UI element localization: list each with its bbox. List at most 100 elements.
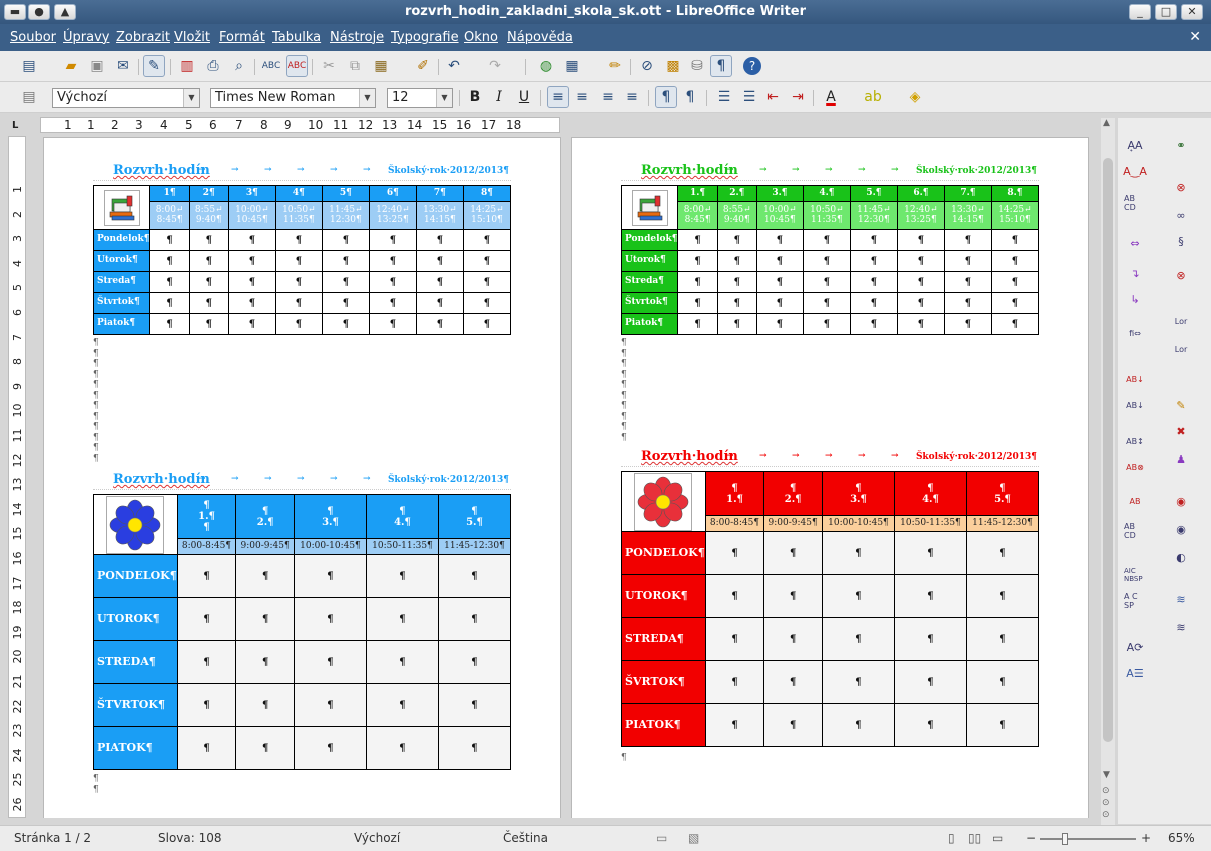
schedule-cell[interactable]: ¶: [368, 229, 417, 251]
kern-remove-icon[interactable]: AB⊗: [1124, 456, 1146, 478]
schedule-cell[interactable]: ¶: [716, 313, 757, 335]
table-icon[interactable]: ▦: [561, 55, 583, 77]
schedule-cell[interactable]: ¶: [227, 313, 276, 335]
kern-icon[interactable]: AB↕: [1124, 430, 1146, 452]
period-header[interactable]: 6.¶: [896, 185, 945, 202]
horizontal-ruler[interactable]: 1 1 2 3 4 5 6 7 8 9 10 11 12 13 14 15 16 17 18: [40, 117, 560, 133]
schedule-cell[interactable]: ¶: [321, 292, 370, 314]
schedule-cell[interactable]: ¶: [755, 271, 804, 293]
remove-file-icon[interactable]: ✖: [1170, 420, 1192, 442]
zoom-out-icon[interactable]: −: [1026, 831, 1036, 845]
schedule-cell[interactable]: ¶: [893, 703, 967, 747]
rtl-icon[interactable]: ¶: [679, 86, 701, 108]
ab-cd-icon[interactable]: AB CD: [1124, 520, 1146, 542]
schedule-cell[interactable]: ¶: [176, 597, 237, 641]
schedule-cell[interactable]: ¶: [896, 229, 945, 251]
draw-functions-icon[interactable]: ✏: [604, 55, 626, 77]
period-header[interactable]: 1.¶: [677, 185, 718, 202]
schedule-cell[interactable]: ¶: [437, 597, 512, 641]
edit-mode-icon[interactable]: ✎: [143, 55, 165, 77]
menu-tabulka[interactable]: Tabulka: [272, 30, 321, 45]
schedule-cell[interactable]: ¶: [716, 271, 757, 293]
schedule-cell[interactable]: ¶: [415, 292, 464, 314]
menu-napoveda[interactable]: Nápověda: [507, 30, 573, 45]
schedule-cell[interactable]: ¶: [965, 660, 1040, 704]
schedule-cell[interactable]: ¶: [990, 271, 1040, 293]
schedule-cell[interactable]: ¶: [763, 574, 823, 618]
schedule-cell[interactable]: ¶: [274, 313, 323, 335]
period-time[interactable]: 10:50↵ 11:35¶: [802, 201, 851, 230]
schedule-cell[interactable]: ¶: [176, 554, 237, 598]
period-header[interactable]: 4¶: [274, 185, 323, 202]
schedule-cell[interactable]: ¶: [763, 617, 823, 661]
minimize-button[interactable]: _: [1129, 4, 1151, 20]
menu-nastroje[interactable]: Nástroje: [330, 30, 384, 45]
schedule-cell[interactable]: ¶: [437, 554, 512, 598]
print-preview-icon[interactable]: ⌕: [228, 55, 250, 77]
schedule-cell[interactable]: ¶: [965, 617, 1040, 661]
schedule-cell[interactable]: ¶: [893, 617, 967, 661]
period-header[interactable]: 1¶: [149, 185, 190, 202]
schedule-cell[interactable]: ¶: [462, 313, 512, 335]
align-right-icon[interactable]: ≡: [597, 86, 619, 108]
text-lines-icon[interactable]: A☰: [1124, 662, 1146, 684]
schedule-cell[interactable]: ¶: [896, 313, 945, 335]
schedule-cell[interactable]: ¶: [965, 703, 1040, 747]
schedule-cell[interactable]: ¶: [293, 683, 367, 727]
schedule-cell[interactable]: ¶: [176, 640, 237, 684]
no-ligature-icon[interactable]: ⊗: [1170, 176, 1192, 198]
period-header[interactable]: ¶ 2.¶: [763, 471, 823, 516]
schedule-cell[interactable]: ¶: [990, 229, 1040, 251]
background-color-icon[interactable]: ◈: [904, 86, 926, 108]
period-header[interactable]: 2.¶: [716, 185, 757, 202]
schedule-cell[interactable]: ¶: [990, 250, 1040, 272]
schedule-cell[interactable]: ¶: [274, 271, 323, 293]
schedule-cell[interactable]: ¶: [149, 292, 190, 314]
print-icon[interactable]: ⎙: [202, 55, 224, 77]
schedule-cell[interactable]: ¶: [321, 229, 370, 251]
styles-icon[interactable]: ▤: [18, 86, 40, 108]
schedule-cell[interactable]: ¶: [437, 683, 512, 727]
no-swash-icon[interactable]: ⊗: [1170, 264, 1192, 286]
increase-indent-icon[interactable]: ⇥: [787, 86, 809, 108]
schedule-cell[interactable]: ¶: [943, 292, 992, 314]
ltr-icon[interactable]: ¶: [655, 86, 677, 108]
single-page-view-icon[interactable]: ▯: [948, 831, 955, 845]
underline-icon[interactable]: U: [513, 86, 535, 108]
period-header[interactable]: ¶ 1.¶: [704, 471, 765, 516]
period-header[interactable]: ¶ 4.¶: [365, 494, 439, 539]
swash-icon[interactable]: §: [1170, 230, 1192, 252]
schedule-cell[interactable]: ¶: [227, 271, 276, 293]
schedule-cell[interactable]: ¶: [274, 250, 323, 272]
schedule-cell[interactable]: ¶: [802, 292, 851, 314]
scroll-down-icon[interactable]: ▼: [1103, 770, 1110, 780]
font-size-down-icon[interactable]: A‿A: [1123, 160, 1147, 182]
chevron-down-icon[interactable]: ▼: [359, 89, 375, 107]
font-size-combo[interactable]: 12 ▼: [387, 88, 453, 108]
nbsp-icon[interactable]: AIC NBSP: [1124, 564, 1146, 586]
schedule-cell[interactable]: ¶: [965, 531, 1040, 575]
schedule-cell[interactable]: ¶: [149, 313, 190, 335]
schedule-cell[interactable]: ¶: [677, 313, 718, 335]
period-header[interactable]: 4.¶: [802, 185, 851, 202]
schedule-cell[interactable]: ¶: [943, 313, 992, 335]
zoom-in-icon[interactable]: +: [1141, 831, 1151, 845]
book-view-icon[interactable]: ▭: [992, 831, 1003, 845]
period-time[interactable]: 10:50-11:35¶: [893, 515, 967, 532]
zoom-slider[interactable]: [1040, 838, 1136, 840]
schedule-cell[interactable]: ¶: [235, 683, 295, 727]
vertical-scrollbar[interactable]: ▲ ▼ ⊙ ⊙ ⊙: [1101, 118, 1115, 826]
vertical-ruler[interactable]: 1 2 3 4 5 6 7 8 9 10 11 12 13 14 15 16 17 18 19 20 21 22 23 24 2…: [8, 136, 26, 818]
redo-icon[interactable]: ↷: [484, 55, 506, 77]
decrease-indent-icon[interactable]: ⇤: [762, 86, 784, 108]
schedule-cell[interactable]: ¶: [274, 229, 323, 251]
schedule-cell[interactable]: ¶: [755, 313, 804, 335]
schedule-cell[interactable]: ¶: [462, 271, 512, 293]
schedule-cell[interactable]: ¶: [849, 250, 898, 272]
schedule-cell[interactable]: ¶: [365, 640, 439, 684]
schedule-cell[interactable]: ¶: [763, 660, 823, 704]
schedule-cell[interactable]: ¶: [763, 531, 823, 575]
period-time[interactable]: 13:30↵ 14:15¶: [943, 201, 992, 230]
schedule-cell[interactable]: ¶: [821, 617, 895, 661]
chevron-down-icon[interactable]: ▼: [183, 89, 199, 107]
